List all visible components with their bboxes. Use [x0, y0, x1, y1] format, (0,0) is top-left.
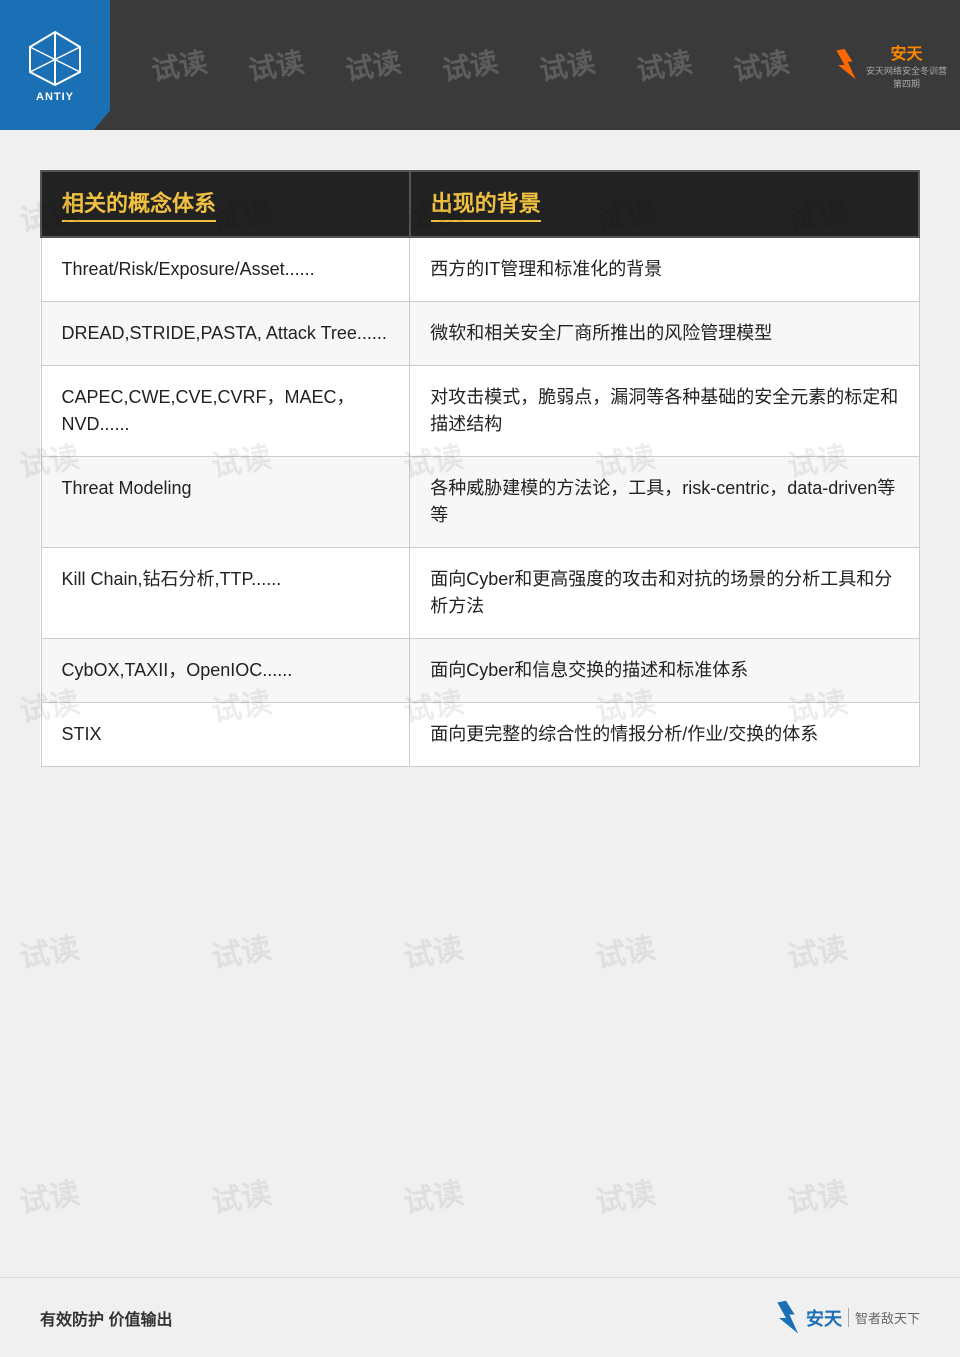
header-wm-3: 试读	[342, 40, 404, 89]
table-cell-left: Kill Chain,钻石分析,TTP......	[41, 548, 410, 639]
table-cell-right: 西方的IT管理和标准化的背景	[410, 237, 919, 302]
table-cell-right: 各种威胁建模的方法论，工具，risk-centric，data-driven等等	[410, 457, 919, 548]
table-cell-right: 对攻击模式，脆弱点，漏洞等各种基础的安全元素的标定和描述结构	[410, 366, 919, 457]
table-cell-right: 面向更完整的综合性的情报分析/作业/交换的体系	[410, 703, 919, 767]
logo-text: ANTIY	[36, 91, 74, 103]
table-row: Kill Chain,钻石分析,TTP......面向Cyber和更高强度的攻击…	[41, 548, 919, 639]
footer-brand-sub: 智者敌天下	[848, 1308, 920, 1327]
table-cell-left: STIX	[41, 703, 410, 767]
table-cell-left: CAPEC,CWE,CVE,CVRF，MAEC，NVD......	[41, 366, 410, 457]
header-wm-7: 试读	[730, 40, 792, 89]
table-cell-left: DREAD,STRIDE,PASTA, Attack Tree......	[41, 302, 410, 366]
table-cell-right: 微软和相关安全厂商所推出的风险管理模型	[410, 302, 919, 366]
header-wm-1: 试读	[148, 40, 210, 89]
header-wm-6: 试读	[633, 40, 695, 89]
footer-brand-name: 安天	[806, 1305, 842, 1331]
col2-header: 出现的背景	[410, 171, 919, 237]
table-cell-right: 面向Cyber和信息交换的描述和标准体系	[410, 639, 919, 703]
table-cell-left: CybOX,TAXII，OpenIOC......	[41, 639, 410, 703]
table-row: CybOX,TAXII，OpenIOC......面向Cyber和信息交换的描述…	[41, 639, 919, 703]
table-cell-left: Threat Modeling	[41, 457, 410, 548]
footer: 有效防护 价值输出 安天 智者敌天下	[0, 1277, 960, 1357]
col1-header: 相关的概念体系	[41, 171, 410, 237]
brand-right: 安天 安天网络安全冬训营第四期	[830, 40, 950, 90]
header-wm-4: 试读	[439, 40, 501, 89]
table-row: DREAD,STRIDE,PASTA, Attack Tree......微软和…	[41, 302, 919, 366]
footer-brand: 安天 智者敌天下	[770, 1299, 920, 1337]
concept-table: 相关的概念体系 出现的背景 Threat/Risk/Exposure/Asset…	[40, 170, 920, 767]
table-row: Threat Modeling各种威胁建模的方法论，工具，risk-centri…	[41, 457, 919, 548]
table-row: CAPEC,CWE,CVE,CVRF，MAEC，NVD......对攻击模式，脆…	[41, 366, 919, 457]
table-cell-right: 面向Cyber和更高强度的攻击和对抗的场景的分析工具和分析方法	[410, 548, 919, 639]
header-logo-right: 安天 安天网络安全冬训营第四期	[830, 0, 960, 130]
footer-brand-icon	[770, 1299, 802, 1337]
footer-right: 安天 智者敌天下	[770, 1299, 920, 1337]
brand-right-subtext: 安天网络安全冬训营第四期	[863, 64, 950, 90]
brand-right-icon	[830, 43, 859, 87]
header-watermarks: 试读 试读 试读 试读 试读 试读 试读	[110, 0, 830, 130]
table-cell-left: Threat/Risk/Exposure/Asset......	[41, 237, 410, 302]
header-wm-2: 试读	[245, 40, 307, 89]
main-content: 相关的概念体系 出现的背景 Threat/Risk/Exposure/Asset…	[0, 130, 960, 1357]
footer-left-text: 有效防护 价值输出	[40, 1306, 172, 1330]
header: ANTIY 试读 试读 试读 试读 试读 试读 试读 安天 安天网络安全冬训营第…	[0, 0, 960, 130]
table-row: STIX面向更完整的综合性的情报分析/作业/交换的体系	[41, 703, 919, 767]
logo-box: ANTIY	[0, 0, 110, 130]
header-wm-5: 试读	[536, 40, 598, 89]
table-row: Threat/Risk/Exposure/Asset......西方的IT管理和…	[41, 237, 919, 302]
antiy-logo-icon	[25, 27, 85, 87]
